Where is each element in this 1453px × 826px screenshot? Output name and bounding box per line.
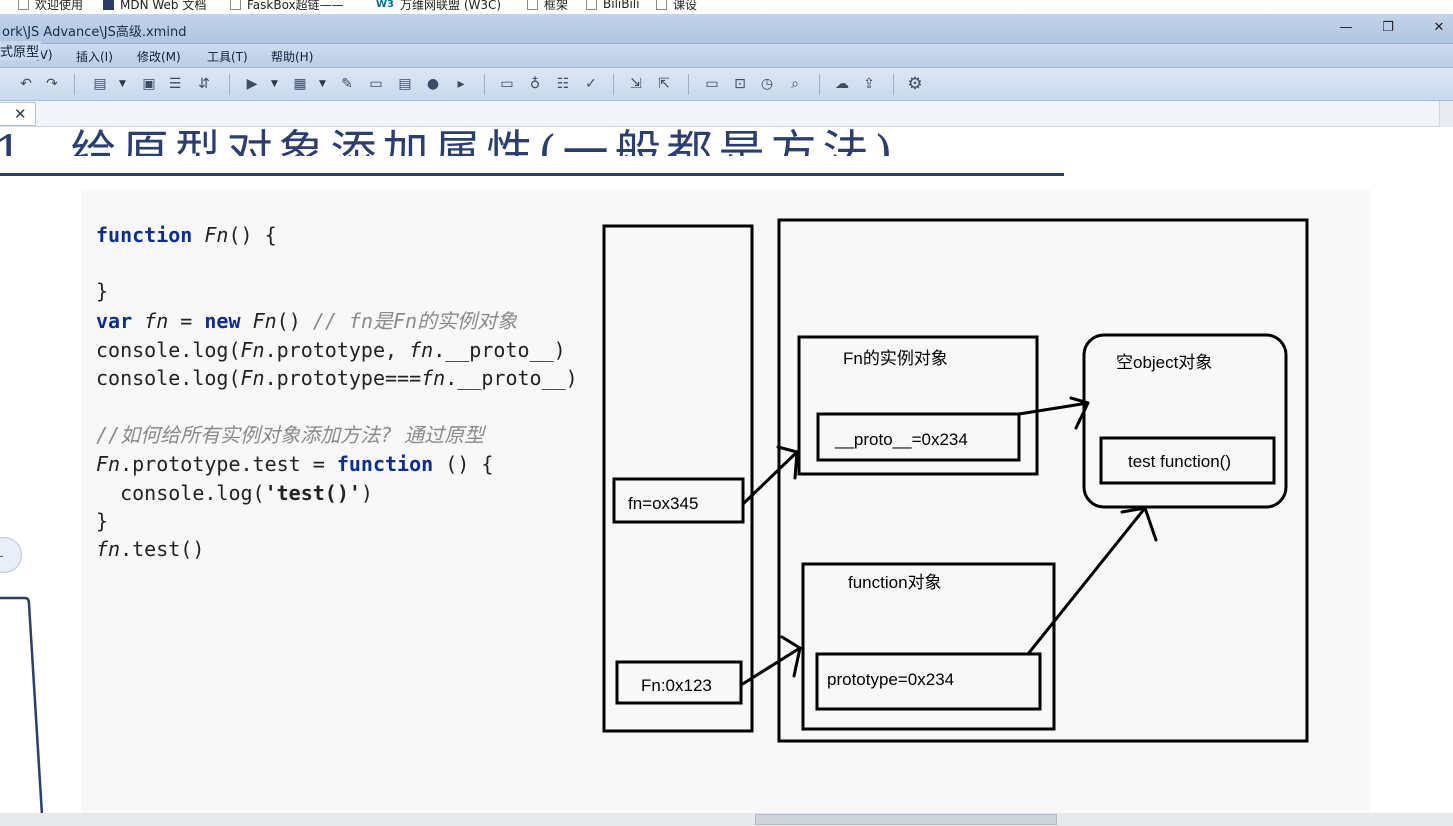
arrow-proto-to-object	[1017, 401, 1090, 416]
instance-title: Fn的实例对象	[843, 349, 948, 368]
prototype-label: prototype=0x234	[827, 670, 954, 689]
stack-fn-label: fn=ox345	[628, 494, 698, 513]
horizontal-scrollbar[interactable]	[0, 813, 1453, 826]
empty-object-title: 空object对象	[1116, 353, 1212, 372]
function-object-title: function对象	[848, 573, 942, 592]
arrow-head	[1120, 506, 1158, 542]
stack-Fn-label: Fn:0x123	[641, 676, 712, 695]
heap-frame	[777, 218, 1309, 743]
proto-label: __proto__=0x234	[834, 430, 968, 449]
arrow-prototype-to-object	[1026, 506, 1147, 656]
test-method-label: test function()	[1128, 452, 1231, 471]
memory-diagram: fn=ox345 Fn:0x123 Fn的实例对象 __proto__=0x23…	[602, 218, 1309, 743]
scrollbar-thumb[interactable]	[755, 814, 1057, 825]
arrow-Fn-to-function	[739, 646, 802, 687]
